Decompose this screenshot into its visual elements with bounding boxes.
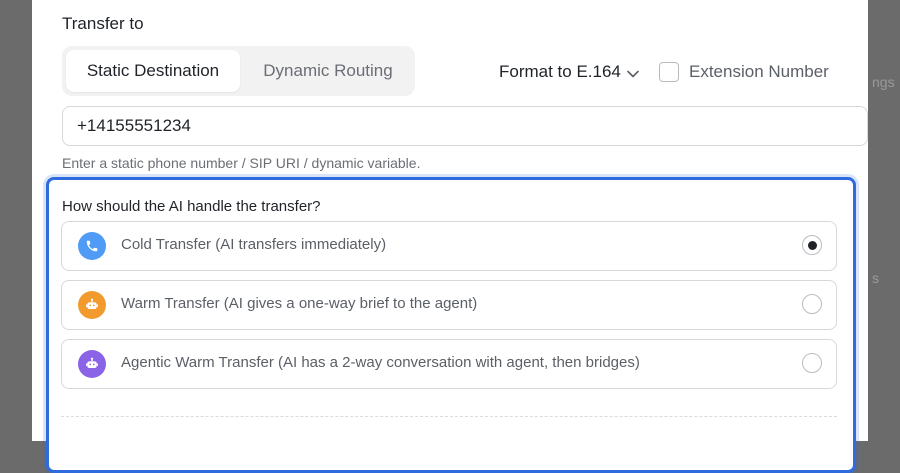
bot-icon: [78, 350, 106, 378]
option-warm-transfer-label: Warm Transfer (AI gives a one-way brief …: [121, 295, 478, 312]
transfer-handling-panel: How should the AI handle the transfer? C…: [46, 177, 856, 473]
radio-cold-transfer[interactable]: [802, 235, 822, 255]
phone-icon: [78, 232, 106, 260]
option-cold-transfer-label: Cold Transfer (AI transfers immediately): [121, 236, 387, 253]
phone-number-input[interactable]: [62, 106, 868, 146]
extension-number-checkbox[interactable]: [659, 62, 679, 82]
tab-static-destination[interactable]: Static Destination: [66, 50, 240, 92]
robot-icon: [78, 291, 106, 319]
extension-number-label: Extension Number: [689, 62, 829, 81]
format-label: Format to E.164: [499, 62, 621, 81]
chevron-down-icon: [627, 61, 639, 85]
handling-question: How should the AI handle the transfer?: [62, 198, 321, 215]
radio-warm-transfer[interactable]: [802, 294, 822, 314]
backdrop-text-2: s: [872, 270, 879, 286]
format-dropdown[interactable]: Format to E.164: [499, 60, 639, 84]
destination-type-toggle: Static Destination Dynamic Routing: [62, 46, 415, 96]
option-agentic-warm-transfer[interactable]: Agentic Warm Transfer (AI has a 2-way co…: [61, 339, 837, 389]
phone-helper-text: Enter a static phone number / SIP URI / …: [62, 155, 421, 171]
option-warm-transfer[interactable]: Warm Transfer (AI gives a one-way brief …: [61, 280, 837, 330]
tab-dynamic-routing[interactable]: Dynamic Routing: [244, 50, 412, 92]
option-cold-transfer[interactable]: Cold Transfer (AI transfers immediately): [61, 221, 837, 271]
transfer-modal: Transfer to Static Destination Dynamic R…: [32, 0, 868, 473]
divider: [61, 416, 837, 417]
option-agentic-warm-transfer-label: Agentic Warm Transfer (AI has a 2-way co…: [121, 354, 640, 371]
backdrop-text-1: ngs: [872, 74, 895, 90]
transfer-to-title: Transfer to: [62, 14, 144, 33]
radio-agentic-warm-transfer[interactable]: [802, 353, 822, 373]
